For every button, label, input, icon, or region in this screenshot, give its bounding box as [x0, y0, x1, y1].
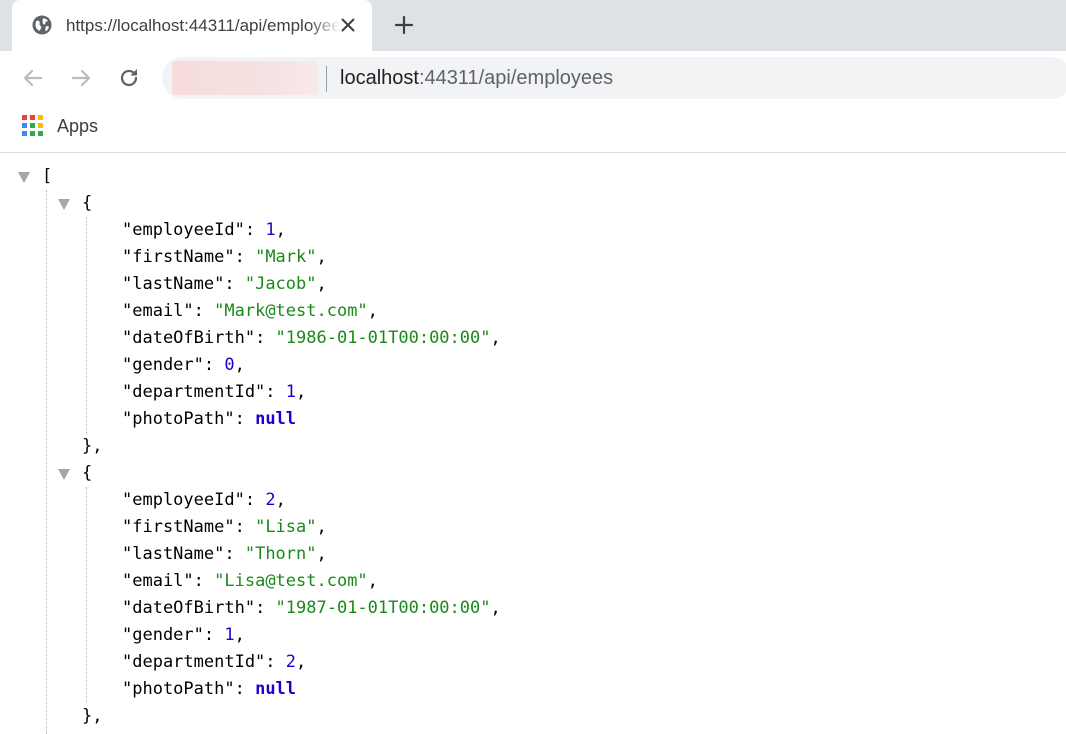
json-field: "email": "Mark@test.com",: [122, 301, 378, 321]
json-value: 1: [224, 625, 235, 645]
json-value: null: [255, 409, 297, 429]
json-field: "employeeId": 1,: [122, 220, 286, 240]
json-field: "dateOfBirth": "1986-01-01T00:00:00",: [122, 328, 501, 348]
json-separator: ,: [316, 544, 327, 564]
json-value: "1987-01-01T00:00:00": [275, 598, 491, 618]
close-icon[interactable]: [340, 17, 356, 33]
apps-label: Apps: [57, 116, 99, 136]
json-separator: ,: [367, 301, 378, 321]
object-close-brace: },: [82, 436, 103, 456]
json-field: "departmentId": 1,: [122, 382, 307, 402]
json-key: "departmentId": [122, 382, 266, 402]
json-separator: ,: [367, 571, 378, 591]
object-open-brace: {: [82, 463, 93, 483]
bookmarks-bar: Apps: [0, 105, 1066, 153]
json-viewer: [ {"employeeId": 1, "firstName": "Mark", "…: [0, 154, 1066, 734]
new-tab-plus-icon[interactable]: [393, 14, 415, 36]
tab-strip: https://localhost:44311/api/employees: [0, 0, 1066, 51]
site-info-chip[interactable]: [172, 61, 318, 95]
json-field: "lastName": "Thorn",: [122, 544, 327, 564]
json-field: "firstName": "Lisa",: [122, 517, 327, 537]
json-field: "email": "Lisa@test.com",: [122, 571, 378, 591]
json-field: "lastName": "Jacob",: [122, 274, 327, 294]
json-key: "firstName": [122, 247, 235, 267]
reload-icon[interactable]: [117, 66, 141, 90]
json-value: 2: [265, 490, 276, 510]
address-bar[interactable]: localhost:44311/api/employees: [162, 57, 1066, 99]
json-key: "employeeId": [122, 490, 245, 510]
json-field: "employeeId": 2,: [122, 490, 286, 510]
json-key: "dateOfBirth": [122, 328, 256, 348]
collapse-object-toggle[interactable]: [58, 199, 70, 210]
back-arrow-icon[interactable]: [21, 66, 45, 90]
json-separator: ,: [275, 220, 286, 240]
json-field: "photoPath": null: [122, 679, 297, 699]
object-indent-guide: [86, 217, 87, 433]
json-value: "Mark@test.com": [214, 301, 368, 321]
object-indent-guide: [86, 487, 87, 703]
json-value: 1: [265, 220, 276, 240]
forward-arrow-icon[interactable]: [69, 66, 93, 90]
json-key: "departmentId": [122, 652, 266, 672]
json-field: "firstName": "Mark",: [122, 247, 327, 267]
json-value: "Lisa@test.com": [214, 571, 368, 591]
json-field: "dateOfBirth": "1987-01-01T00:00:00",: [122, 598, 501, 618]
array-open-bracket: [: [42, 166, 53, 186]
json-key: "email": [122, 571, 194, 591]
collapse-array-toggle[interactable]: [18, 172, 30, 183]
json-value: "Jacob": [244, 274, 317, 294]
url-text[interactable]: localhost:44311/api/employees: [340, 66, 613, 90]
json-value: "1986-01-01T00:00:00": [275, 328, 491, 348]
browser-tab[interactable]: https://localhost:44311/api/employees: [12, 0, 372, 51]
json-key: "gender": [122, 355, 204, 375]
json-value: 0: [224, 355, 235, 375]
json-separator: ,: [490, 328, 501, 348]
json-separator: ,: [316, 247, 327, 267]
json-separator: ,: [490, 598, 501, 618]
json-key: "photoPath": [122, 679, 235, 699]
json-value: 2: [285, 652, 297, 672]
json-field: "photoPath": null: [122, 409, 297, 429]
browser-toolbar: localhost:44311/api/employees: [0, 51, 1066, 105]
json-field: "gender": 0,: [122, 355, 245, 375]
json-separator: ,: [296, 652, 307, 672]
globe-icon: [32, 15, 52, 35]
json-separator: ,: [234, 355, 245, 375]
json-key: "lastName": [122, 544, 225, 564]
tab-title: https://localhost:44311/api/employees: [66, 16, 341, 35]
object-close-brace: },: [82, 706, 103, 726]
json-field: "gender": 1,: [122, 625, 245, 645]
json-key: "email": [122, 301, 194, 321]
object-open-brace: {: [82, 193, 93, 213]
json-key: "gender": [122, 625, 204, 645]
json-separator: ,: [275, 490, 286, 510]
json-key: "firstName": [122, 517, 235, 537]
json-key: "lastName": [122, 274, 225, 294]
json-value: "Lisa": [255, 517, 317, 537]
json-key: "photoPath": [122, 409, 235, 429]
array-indent-guide: [46, 190, 47, 734]
json-value: "Thorn": [244, 544, 317, 564]
json-key: "employeeId": [122, 220, 245, 240]
url-path: :44311/api/employees: [418, 67, 614, 89]
json-value: null: [255, 679, 297, 699]
collapse-object-toggle[interactable]: [58, 469, 70, 480]
apps-grid-icon: [22, 115, 43, 136]
json-separator: ,: [296, 382, 307, 402]
json-separator: ,: [316, 274, 327, 294]
url-host: localhost: [340, 67, 419, 89]
json-value: "Mark": [255, 247, 317, 267]
json-value: 1: [285, 382, 297, 402]
json-field: "departmentId": 2,: [122, 652, 307, 672]
json-key: "dateOfBirth": [122, 598, 256, 618]
json-separator: ,: [316, 517, 327, 537]
json-separator: ,: [234, 625, 245, 645]
address-bar-divider: [326, 66, 327, 92]
